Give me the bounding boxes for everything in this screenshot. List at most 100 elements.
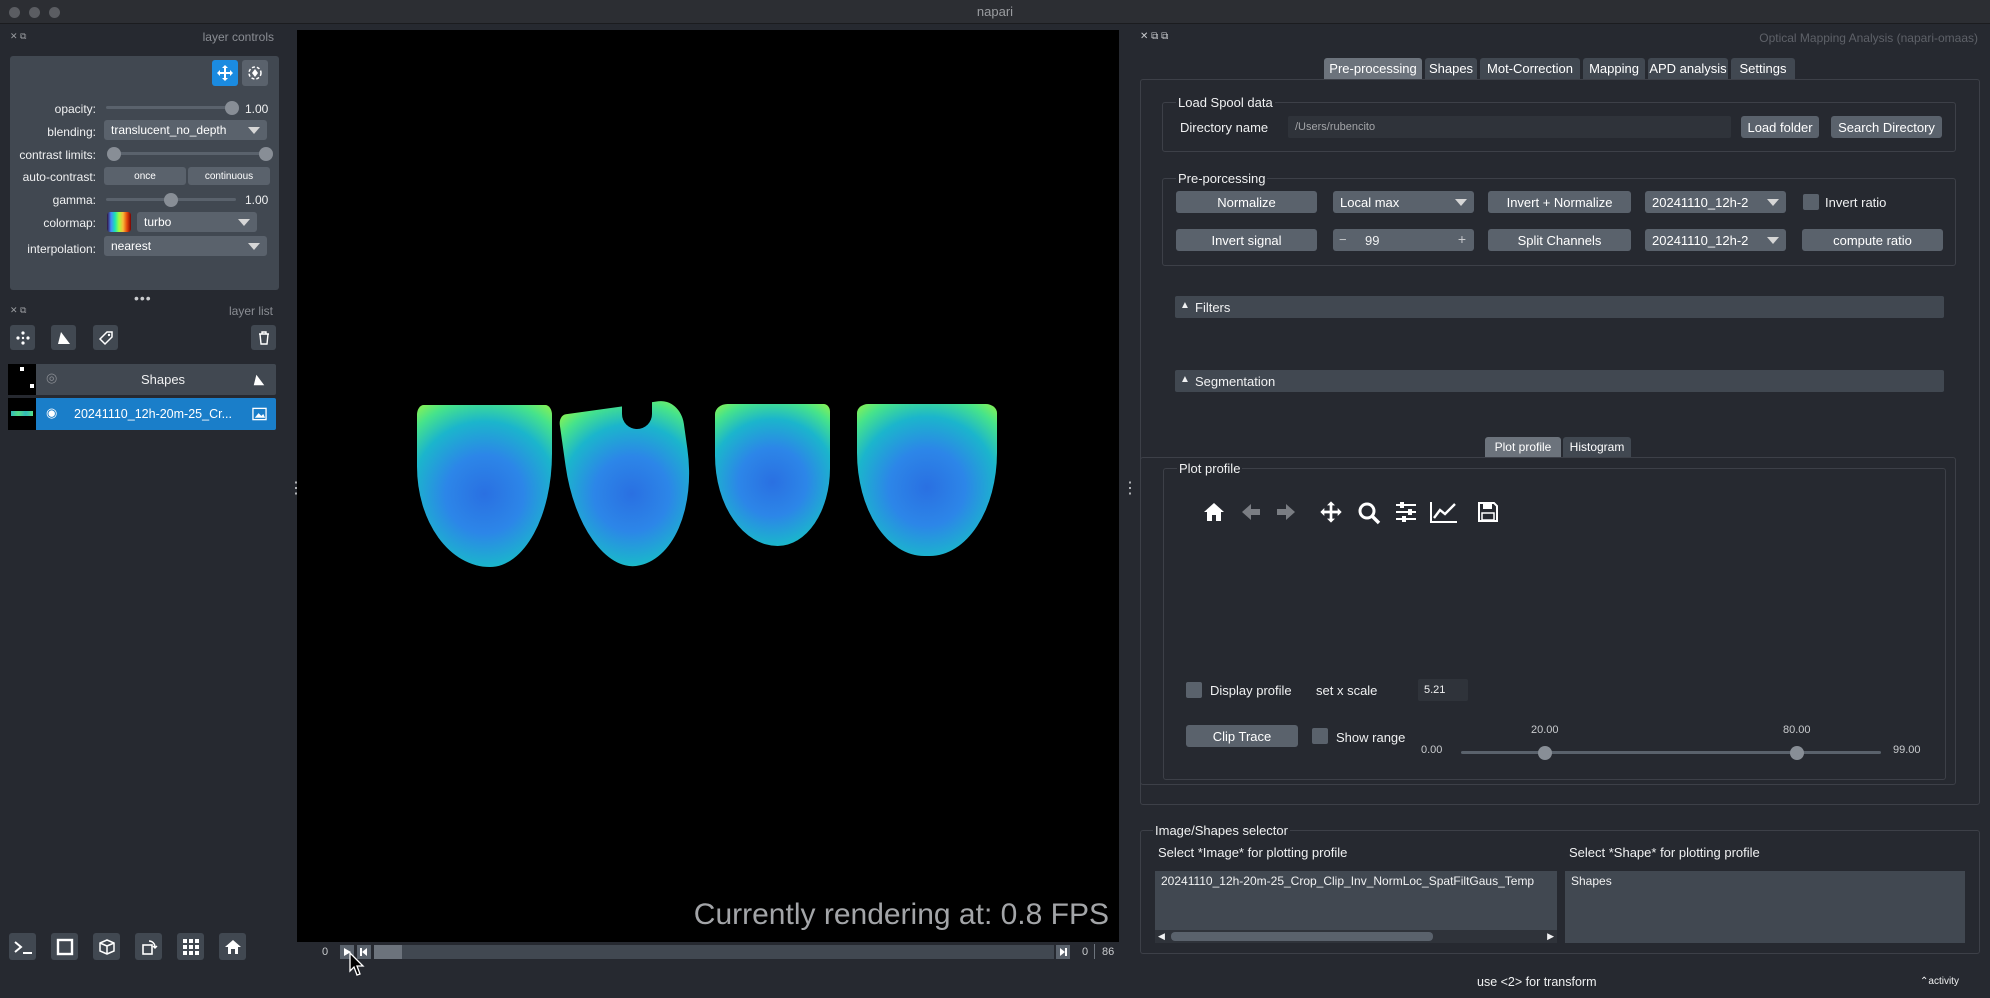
- console-button[interactable]: [9, 933, 36, 960]
- shape-list-item[interactable]: Shapes: [1571, 874, 1612, 888]
- segmentation-collapsible[interactable]: ▲ Segmentation: [1175, 370, 1944, 392]
- configure-subplots-icon[interactable]: [1394, 501, 1418, 523]
- split-channels-button[interactable]: Split Channels: [1488, 229, 1631, 251]
- interpolation-dropdown[interactable]: nearest: [104, 236, 267, 256]
- shape-list[interactable]: Shapes: [1565, 871, 1965, 943]
- contrast-low-handle[interactable]: [107, 147, 121, 161]
- spin-box[interactable]: − 99 +: [1333, 229, 1474, 251]
- tab-settings[interactable]: Settings: [1731, 58, 1795, 79]
- auto-contrast-continuous-button[interactable]: continuous: [188, 167, 270, 185]
- title-bar: napari: [0, 0, 1990, 24]
- step-forward-icon: [1060, 948, 1067, 956]
- x-scale-input[interactable]: 5.21: [1418, 679, 1468, 701]
- tab-pre-processing[interactable]: Pre-processing: [1324, 58, 1422, 79]
- tab-histogram[interactable]: Histogram: [1563, 437, 1631, 457]
- opacity-slider-handle[interactable]: [225, 101, 240, 115]
- colormap-value: turbo: [144, 215, 172, 229]
- fps-overlay: Currently rendering at: 0.8 FPS: [693, 898, 1109, 931]
- line-chart-icon[interactable]: [1430, 501, 1458, 523]
- tab-plot-profile[interactable]: Plot profile: [1485, 437, 1561, 457]
- opacity-slider[interactable]: [106, 101, 240, 115]
- blending-dropdown[interactable]: translucent_no_depth: [104, 120, 267, 140]
- ndisplay-toggle-button[interactable]: [51, 933, 78, 960]
- chevron-down-icon: [1767, 199, 1779, 206]
- left-splitter-handle[interactable]: ⋮: [288, 481, 304, 497]
- new-shapes-layer-button[interactable]: [51, 325, 76, 350]
- image-list-item[interactable]: 20241110_12h-20m-25_Crop_Clip_Inv_NormLo…: [1161, 874, 1534, 888]
- display-profile-checkbox[interactable]: [1186, 682, 1202, 698]
- range-low-handle[interactable]: [1538, 746, 1552, 760]
- range-high-handle[interactable]: [1790, 746, 1804, 760]
- transpose-button[interactable]: [135, 933, 162, 960]
- selector-title: Image/Shapes selector: [1153, 823, 1290, 838]
- eye-open-icon[interactable]: ◉: [46, 405, 57, 421]
- scroll-right-icon[interactable]: ▶: [1547, 931, 1554, 942]
- arrow-right-icon[interactable]: [1275, 502, 1297, 522]
- dock-resize-handle[interactable]: •••: [134, 290, 152, 306]
- save-icon[interactable]: [1477, 501, 1499, 523]
- normalize-button[interactable]: Normalize: [1176, 191, 1317, 213]
- tab-apd-analysis[interactable]: APD analysis: [1648, 58, 1728, 79]
- dock-float-icon[interactable]: ✕ ⧉: [10, 31, 26, 42]
- tab-mot-correction[interactable]: Mot-Correction: [1480, 58, 1580, 79]
- minus-icon[interactable]: −: [1339, 232, 1347, 247]
- contrast-high-handle[interactable]: [259, 147, 273, 161]
- activity-button[interactable]: ⌃activity: [1920, 976, 1959, 987]
- directory-label: Directory name: [1180, 120, 1269, 135]
- arrow-left-icon[interactable]: [1240, 502, 1262, 522]
- transform-mode-button[interactable]: [212, 60, 238, 86]
- load-folder-button[interactable]: Load folder: [1741, 116, 1819, 138]
- layer-row-shapes[interactable]: ◎ Shapes: [8, 364, 276, 395]
- compute-ratio-button[interactable]: compute ratio: [1802, 229, 1943, 251]
- home-icon[interactable]: [1202, 501, 1226, 523]
- tab-mapping[interactable]: Mapping: [1583, 58, 1645, 79]
- dock-float-icon[interactable]: ✕ ⧉: [10, 305, 26, 316]
- zoom-icon[interactable]: [1357, 501, 1381, 525]
- layer-row-image[interactable]: ◉ 20241110_12h-20m-25_Cr...: [8, 398, 276, 430]
- clip-range-slider[interactable]: [1461, 746, 1881, 760]
- gamma-slider[interactable]: [106, 193, 236, 207]
- image-list[interactable]: 20241110_12h-20m-25_Crop_Clip_Inv_NormLo…: [1155, 871, 1557, 943]
- image-select-1[interactable]: 20241110_12h-2: [1645, 191, 1786, 213]
- new-labels-layer-button[interactable]: [93, 325, 118, 350]
- 3d-view-button[interactable]: [93, 933, 120, 960]
- home-view-button[interactable]: [219, 933, 246, 960]
- directory-input[interactable]: /Users/rubencito: [1288, 116, 1731, 138]
- invert-signal-button[interactable]: Invert signal: [1176, 229, 1317, 251]
- eye-closed-icon[interactable]: ◎: [46, 370, 57, 386]
- local-max-dropdown[interactable]: Local max: [1333, 191, 1474, 213]
- tab-shapes[interactable]: Shapes: [1425, 58, 1477, 79]
- range-max-label: 99.00: [1893, 744, 1921, 756]
- auto-contrast-once-button[interactable]: once: [104, 167, 186, 185]
- scroll-left-icon[interactable]: ◀: [1158, 931, 1165, 942]
- delete-layer-button[interactable]: [251, 325, 276, 350]
- clip-trace-button[interactable]: Clip Trace: [1186, 725, 1298, 747]
- set-x-scale-label: set x scale: [1316, 683, 1378, 698]
- colormap-dropdown[interactable]: turbo: [137, 212, 257, 232]
- viewer-canvas[interactable]: Currently rendering at: 0.8 FPS: [297, 30, 1119, 942]
- right-splitter-handle[interactable]: ⋮: [1122, 481, 1138, 497]
- contrast-limits-slider[interactable]: [107, 147, 273, 161]
- horizontal-scrollbar[interactable]: ◀ ▶: [1155, 930, 1557, 943]
- select-mode-button[interactable]: [242, 60, 268, 86]
- gamma-slider-handle[interactable]: [164, 193, 178, 207]
- segmentation-label: Segmentation: [1195, 374, 1276, 389]
- label-tag-icon: [98, 330, 113, 345]
- dock-close-icon[interactable]: ✕ ⧉ ⧉: [1140, 31, 1168, 42]
- grid-view-button[interactable]: [177, 933, 204, 960]
- image-select-2[interactable]: 20241110_12h-2: [1645, 229, 1786, 251]
- scrollbar-thumb[interactable]: [1171, 932, 1433, 941]
- invert-ratio-checkbox[interactable]: [1803, 194, 1819, 210]
- plus-icon[interactable]: +: [1458, 231, 1466, 247]
- invert-normalize-button[interactable]: Invert + Normalize: [1488, 191, 1631, 213]
- filters-label: Filters: [1195, 300, 1231, 315]
- pan-icon[interactable]: [1319, 500, 1343, 524]
- frame-slider[interactable]: [374, 945, 1054, 959]
- frame-slider-handle[interactable]: [374, 945, 402, 959]
- show-range-checkbox[interactable]: [1312, 728, 1328, 744]
- display-profile-label: Display profile: [1210, 683, 1292, 698]
- search-directory-button[interactable]: Search Directory: [1831, 116, 1942, 138]
- filters-collapsible[interactable]: ▲ Filters: [1175, 296, 1944, 318]
- new-points-layer-button[interactable]: [10, 325, 35, 350]
- step-forward-button[interactable]: [1056, 945, 1070, 959]
